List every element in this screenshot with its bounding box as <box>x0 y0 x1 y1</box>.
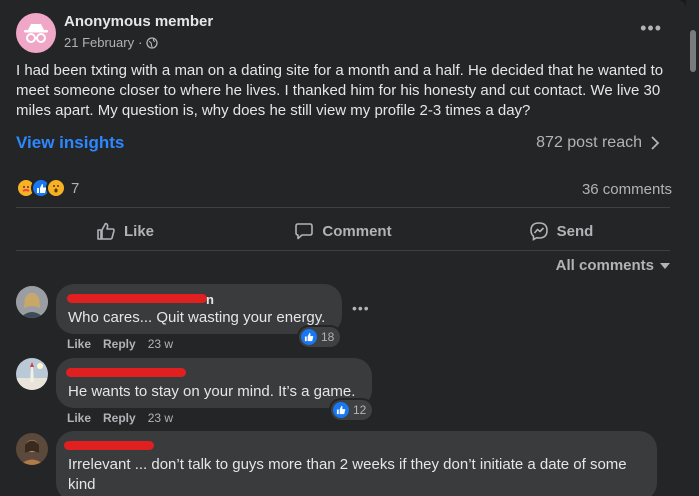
comment-meta: Like Reply 23 w <box>67 337 173 351</box>
comment-like-button[interactable]: Like <box>67 337 91 351</box>
redaction-mark <box>64 441 154 450</box>
post-date[interactable]: 21 February <box>64 35 134 50</box>
view-insights-link[interactable]: View insights <box>16 133 124 153</box>
comment-text: Who cares... Quit wasting your energy. <box>68 309 326 326</box>
comment-reply-button[interactable]: Reply <box>103 337 136 351</box>
like-reaction-icon <box>333 402 349 418</box>
comment-bubble: Irrelevant ... don’t talk to guys more t… <box>56 431 657 496</box>
audience-globe-icon <box>146 36 159 49</box>
all-comments-label: All comments <box>555 257 654 274</box>
comment-like-count: 12 <box>353 403 367 417</box>
send-button[interactable]: Send <box>452 213 670 249</box>
divider-bottom <box>16 250 670 251</box>
messenger-icon <box>529 222 548 241</box>
commenter-avatar[interactable] <box>16 286 48 318</box>
post-text: I had been txting with a man on a dating… <box>16 62 664 119</box>
wow-reaction-icon <box>46 178 66 198</box>
comment-text: Irrelevant ... don’t talk to guys more t… <box>68 456 627 493</box>
scrollbar-thumb[interactable] <box>690 30 696 72</box>
comment-reactions[interactable]: 12 <box>331 400 373 420</box>
post-author[interactable]: Anonymous member <box>64 13 213 30</box>
commenter-avatar[interactable] <box>16 433 48 465</box>
reaction-count: 7 <box>71 179 80 197</box>
meta-dot: · <box>138 35 143 50</box>
post-actions: Like Comment Send <box>16 213 670 249</box>
chevron-right-icon <box>651 136 660 150</box>
scrollbar[interactable] <box>686 0 699 496</box>
comment-button[interactable]: Comment <box>234 213 452 249</box>
commenter-name[interactable]: n <box>67 292 330 308</box>
commenter-name[interactable] <box>66 366 360 382</box>
caret-down-icon <box>660 262 670 269</box>
post-reach[interactable]: 872 post reach <box>536 134 660 152</box>
commenter-name[interactable] <box>64 439 645 455</box>
comment-age[interactable]: 23 w <box>148 337 173 351</box>
comment-meta: Like Reply 23 w <box>67 411 173 425</box>
comment-like-button[interactable]: Like <box>67 411 91 425</box>
comment-reactions[interactable]: 18 <box>299 327 341 347</box>
redaction-mark <box>67 294 207 303</box>
comment-text: He wants to stay on your mind. It’s a ga… <box>68 383 356 400</box>
comments-count[interactable]: 36 comments <box>582 181 672 198</box>
post-reach-label: 872 post reach <box>536 134 642 151</box>
commenter-avatar[interactable] <box>16 358 48 390</box>
post-card: Anonymous member 21 February · ••• I had… <box>0 0 686 496</box>
like-reaction-icon <box>301 329 317 345</box>
post-more-options-icon[interactable]: ••• <box>640 18 662 39</box>
comment-bubble: He wants to stay on your mind. It’s a ga… <box>56 358 372 408</box>
reaction-summary[interactable]: 7 <box>16 178 79 198</box>
thumbs-up-icon <box>97 222 115 240</box>
comment-bubble-icon <box>295 223 314 240</box>
commenter-name-visible: n <box>206 292 214 307</box>
anonymous-avatar-icon[interactable] <box>16 13 56 53</box>
comment-more-options-icon[interactable]: ••• <box>352 300 370 316</box>
like-label: Like <box>123 222 154 240</box>
comment-like-count: 18 <box>321 330 335 344</box>
divider-top <box>16 207 670 208</box>
like-button[interactable]: Like <box>16 213 234 249</box>
comment-reply-button[interactable]: Reply <box>103 411 136 425</box>
redaction-mark <box>66 368 186 377</box>
comment-age[interactable]: 23 w <box>148 411 173 425</box>
comment-label: Comment <box>322 222 392 240</box>
post-meta: 21 February · <box>64 35 159 50</box>
send-label: Send <box>556 222 594 240</box>
comment-bubble: n Who cares... Quit wasting your energy. <box>56 284 342 334</box>
all-comments-filter[interactable]: All comments <box>556 257 670 274</box>
